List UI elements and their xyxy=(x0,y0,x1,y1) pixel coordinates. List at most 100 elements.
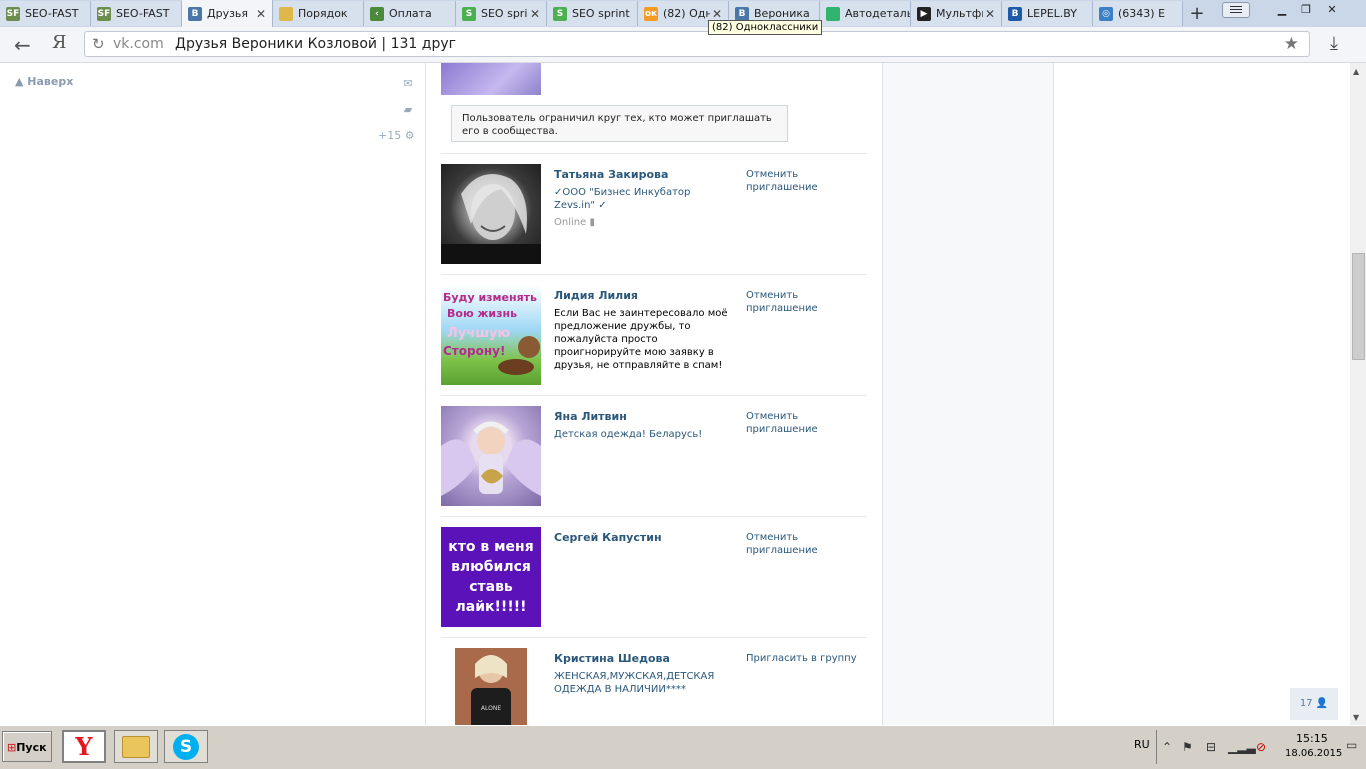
scroll-down-arrow-icon[interactable]: ▼ xyxy=(1353,713,1359,722)
tab-label: SEO-FAST xyxy=(25,7,79,20)
photo-caption-line: Лучшую xyxy=(447,326,510,341)
clock-time[interactable]: 15:15 xyxy=(1296,732,1328,745)
restore-button[interactable]: ❐ xyxy=(1294,2,1318,18)
mail-icon[interactable]: ✉ xyxy=(402,77,414,90)
back-arrow-icon[interactable]: ← xyxy=(14,33,31,57)
avatar-photo: Буду изменять Вою жизнь Лучшую Сторону! xyxy=(443,291,540,375)
scroll-up-link[interactable]: ▲ Наверх xyxy=(15,75,73,88)
download-icon[interactable]: ⤓ xyxy=(1330,33,1338,54)
usb-icon[interactable]: ⊟ xyxy=(1206,740,1216,754)
avatar-photo xyxy=(441,174,541,264)
column-divider xyxy=(882,63,883,725)
close-tab-icon[interactable]: ✕ xyxy=(254,7,268,21)
new-tab-button[interactable]: + xyxy=(1184,3,1210,24)
tab-label: Друзья xyxy=(207,7,249,20)
folder-icon xyxy=(122,735,150,758)
close-tab-icon[interactable]: ✕ xyxy=(528,7,542,21)
address-bar[interactable]: ↻ vk.com Друзья Вероники Козловой | 131 … xyxy=(84,31,1310,57)
bookmark-star-icon[interactable]: ★ xyxy=(1284,34,1299,54)
friend-avatar[interactable]: ALONE xyxy=(441,648,541,725)
skype-taskbar-button[interactable]: S xyxy=(164,730,208,763)
yandex-browser-taskbar-button[interactable]: Y xyxy=(62,730,106,763)
online-label: Online xyxy=(554,217,587,228)
page-scrollbar[interactable]: ▲ ▼ xyxy=(1350,63,1366,725)
cancel-invite-link[interactable]: Отменить приглашение xyxy=(746,410,866,436)
friend-name[interactable]: Кристина Шедова xyxy=(554,652,670,665)
friend-avatar[interactable]: кто в меня влюбился ставь лайк!!!!! xyxy=(441,527,541,627)
language-indicator[interactable]: RU xyxy=(1134,738,1150,751)
browser-toolbar: ← Я ↻ vk.com Друзья Вероники Козловой | … xyxy=(0,27,1366,63)
explorer-taskbar-button[interactable] xyxy=(114,730,158,763)
scroll-thumb[interactable] xyxy=(1352,253,1365,360)
friends-online-counter[interactable]: 17 👤 xyxy=(1290,688,1338,720)
browser-tab[interactable]: B Друзья ✕ xyxy=(182,0,273,27)
friend-avatar[interactable]: Буду изменять Вою жизнь Лучшую Сторону! xyxy=(441,285,541,385)
cancel-invite-link[interactable]: Отменить приглашение xyxy=(746,168,866,194)
vk-page: ▲ Наверх ✉ ▰ +15 ⚙ Пользователь ограничи… xyxy=(0,63,1350,725)
browser-tab[interactable]: S SEO sprint xyxy=(547,1,638,26)
green-icon xyxy=(826,6,840,21)
arrow-icon: ‹ xyxy=(370,6,384,21)
friend-name[interactable]: Яна Литвин xyxy=(554,410,627,423)
show-hidden-icons-icon[interactable]: ⌃ xyxy=(1162,740,1172,754)
friend-name[interactable]: Сергей Капустин xyxy=(554,531,662,544)
friend-status: ✓ООО "Бизнес Инкубатор Zevs.in" ✓ xyxy=(554,187,691,211)
flag-icon[interactable]: ⚑ xyxy=(1182,740,1193,754)
photo-caption-line: влюбился xyxy=(451,559,531,575)
browser-menu-button[interactable] xyxy=(1222,2,1250,18)
show-desktop-icon[interactable]: ▭ xyxy=(1346,738,1357,752)
cancel-invite-link[interactable]: Отменить приглашение xyxy=(746,289,866,315)
photo-caption-line: Буду изменять xyxy=(443,291,537,304)
friend-name[interactable]: Лидия Лилия xyxy=(554,289,638,302)
start-button[interactable]: ⊞Пуск xyxy=(2,731,52,762)
photo-caption-line: Вою жизнь xyxy=(447,307,517,320)
cancel-invite-link[interactable]: Отменить приглашение xyxy=(746,531,866,557)
skype-icon: S xyxy=(173,733,199,760)
friends-count-value: 17 xyxy=(1299,698,1313,709)
reload-icon[interactable]: ↻ xyxy=(92,35,105,53)
scroll-up-arrow-icon[interactable]: ▲ xyxy=(1353,67,1359,76)
tab-label: SEO sprint xyxy=(481,7,528,20)
notifications-counter[interactable]: +15 ⚙ xyxy=(378,129,415,142)
friend-name[interactable]: Татьяна Закирова xyxy=(554,168,668,181)
minimize-button[interactable]: ▁ xyxy=(1270,2,1294,18)
browser-tab[interactable]: ‹ Оплата xyxy=(364,1,456,26)
svg-text:ALONE: ALONE xyxy=(481,705,501,712)
clock-date[interactable]: 18.06.2015 xyxy=(1285,748,1342,759)
close-tab-icon[interactable]: ✕ xyxy=(710,7,724,21)
browser-tab[interactable]: SF SEO-FAST xyxy=(0,1,91,26)
friend-avatar[interactable] xyxy=(441,63,541,95)
browser-tab[interactable]: Порядок xyxy=(273,1,364,26)
tab-label: Вероника xyxy=(754,7,810,20)
folder-icon xyxy=(279,6,293,21)
invite-to-group-link[interactable]: Пригласить в группу xyxy=(746,652,866,665)
friend-row: Татьяна Закирова ✓ООО "Бизнес Инкубатор … xyxy=(441,153,867,275)
tab-tooltip: (82) Одноклассники xyxy=(708,20,823,35)
tab-label: SEO-FAST xyxy=(116,7,170,20)
photo-caption-line: лайк!!!!! xyxy=(456,599,527,615)
browser-tab[interactable]: ◎ (6343) E xyxy=(1093,1,1183,26)
sf-icon: SF xyxy=(6,6,20,21)
friend-avatar[interactable] xyxy=(441,406,541,506)
chat-icon[interactable]: ▰ xyxy=(402,103,414,116)
network-signal-icon[interactable]: ▁▂▃ xyxy=(1228,740,1256,754)
close-tab-icon[interactable]: ✕ xyxy=(983,7,997,21)
counter-label: +15 xyxy=(378,129,402,142)
friend-avatar[interactable] xyxy=(441,164,541,264)
browser-tab[interactable]: Автодеталь xyxy=(820,1,911,26)
close-window-button[interactable]: ✕ xyxy=(1320,2,1344,18)
browser-tab[interactable]: SF SEO-FAST xyxy=(91,1,182,26)
column-divider xyxy=(425,63,426,725)
browser-tab[interactable]: ▶ Мультфильмы✕ xyxy=(911,1,1002,26)
avatar-photo: ALONE xyxy=(455,648,527,725)
friend-row: кто в меня влюбился ставь лайк!!!!! Серг… xyxy=(441,516,867,638)
browser-tab[interactable]: B LEPEL.BY xyxy=(1002,1,1093,26)
volume-muted-icon[interactable]: ⊘ xyxy=(1256,740,1266,754)
start-label: Пуск xyxy=(16,741,47,754)
right-column xyxy=(883,63,1053,725)
browser-tab[interactable]: S SEO sprint✕ xyxy=(456,1,547,26)
seosprint-icon: S xyxy=(553,6,567,21)
yandex-icon[interactable]: Я xyxy=(52,32,67,53)
avatar-photo: кто в меня влюбился ставь лайк!!!!! xyxy=(448,539,533,615)
friend-row: Яна Литвин Детская одежда! Беларусь! Отм… xyxy=(441,395,867,517)
